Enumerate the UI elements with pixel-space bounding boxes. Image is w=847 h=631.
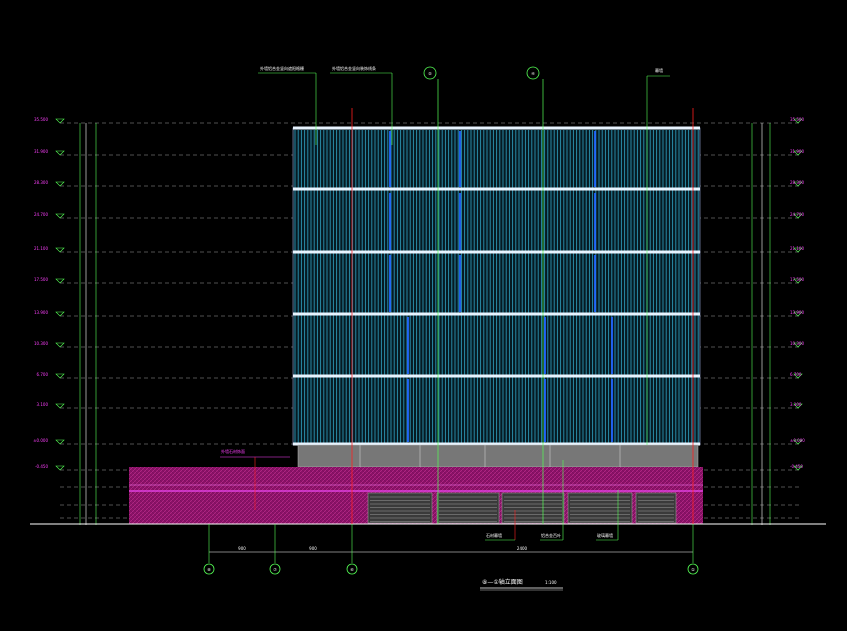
level-label: 21.100 [34, 246, 48, 251]
level-label: 35.500 [34, 117, 48, 122]
axis-label: ⑤ [428, 71, 432, 76]
level-marker [55, 181, 65, 187]
level-label: 3.100 [37, 402, 49, 407]
drawing-title: ⑧—①轴立面图 1:100 [480, 578, 563, 591]
right-level-chain [751, 123, 771, 525]
louver-panel [501, 492, 565, 524]
level-label: ±0.000 [33, 438, 48, 443]
level-label: ±0.000 [790, 438, 805, 443]
scale-text: 1:100 [545, 580, 557, 585]
level-marker [55, 373, 65, 379]
level-label: 10.300 [34, 341, 48, 346]
level-marker [55, 278, 65, 284]
bottom-note-text: 铝合金百叶 [541, 532, 561, 538]
level-label: 28.300 [790, 180, 804, 185]
level-label: 31.900 [790, 149, 804, 154]
axis-label: ⑧ [207, 567, 211, 572]
louver-panel [367, 492, 433, 524]
level-marker [55, 465, 65, 471]
level-label: 13.900 [790, 310, 804, 315]
curtain-wall-tower [292, 126, 701, 446]
left-level-tags: 35.500 31.900 28.300 24.700 21.100 17.500 13.9… [33, 117, 65, 471]
level-label: 24.700 [790, 212, 804, 217]
level-label: -0.450 [790, 464, 803, 469]
bottom-note-text: 石材幕墙 [486, 532, 502, 538]
callout-text: 外墙铝合金竖向装饰线条 [332, 65, 376, 71]
level-label: 35.500 [790, 117, 804, 122]
left-level-chain [79, 123, 97, 525]
level-label: -0.450 [35, 464, 48, 469]
louver-panel [635, 492, 677, 524]
floor-band [293, 374, 700, 378]
level-label: 13.900 [34, 310, 48, 315]
level-marker [55, 403, 65, 409]
level-label: 3.100 [790, 402, 802, 407]
axis-label: ⑥ [350, 567, 354, 572]
level-label: 24.700 [34, 212, 48, 217]
level-label: 6.700 [37, 372, 49, 377]
podium [129, 467, 703, 524]
level-marker [55, 247, 65, 253]
louver-panel [436, 492, 500, 524]
right-level-tags: 35.500 31.900 28.300 24.700 21.100 17.500 13.9… [790, 117, 805, 471]
axis-label: ⑦ [273, 567, 277, 572]
callout-text: 幕墙 [655, 67, 663, 73]
louver-panel [567, 492, 633, 524]
axis-label: ④ [531, 71, 535, 76]
level-marker [55, 213, 65, 219]
level-marker [55, 311, 65, 317]
level-marker [55, 342, 65, 348]
tower-base-band [297, 444, 699, 468]
level-marker [55, 150, 65, 156]
louver-panels [367, 492, 677, 524]
callout-text: 外墙铝合金竖向遮阳格栅 [260, 65, 304, 71]
level-label: 10.300 [790, 341, 804, 346]
podium-note-text: 外墙石材饰面 [221, 448, 245, 454]
level-label: 17.500 [790, 277, 804, 282]
level-label: 17.500 [34, 277, 48, 282]
axis-label: ① [691, 567, 695, 572]
bottom-note-text: 玻璃幕墙 [597, 532, 613, 538]
level-label: 6.700 [790, 372, 802, 377]
floor-band [293, 187, 700, 191]
floor-band [293, 250, 700, 254]
dim-text: 2400 [517, 546, 528, 551]
elevation-drawing: 35.500 31.900 28.300 24.700 21.100 17.500 13.9… [30, 65, 826, 591]
bottom-dimensions: 900 900 2400 ⑧ ⑦ ⑥ ① [203, 524, 699, 575]
dim-text: 900 [309, 546, 317, 551]
facade-fins [294, 130, 699, 444]
floor-band [293, 126, 700, 130]
level-marker [55, 118, 65, 124]
level-marker [55, 439, 65, 445]
level-label: 28.300 [34, 180, 48, 185]
title-text: ⑧—①轴立面图 [482, 578, 523, 586]
floor-band [293, 312, 700, 316]
level-label: 21.100 [790, 246, 804, 251]
level-label: 31.900 [34, 149, 48, 154]
dim-text: 900 [238, 546, 246, 551]
